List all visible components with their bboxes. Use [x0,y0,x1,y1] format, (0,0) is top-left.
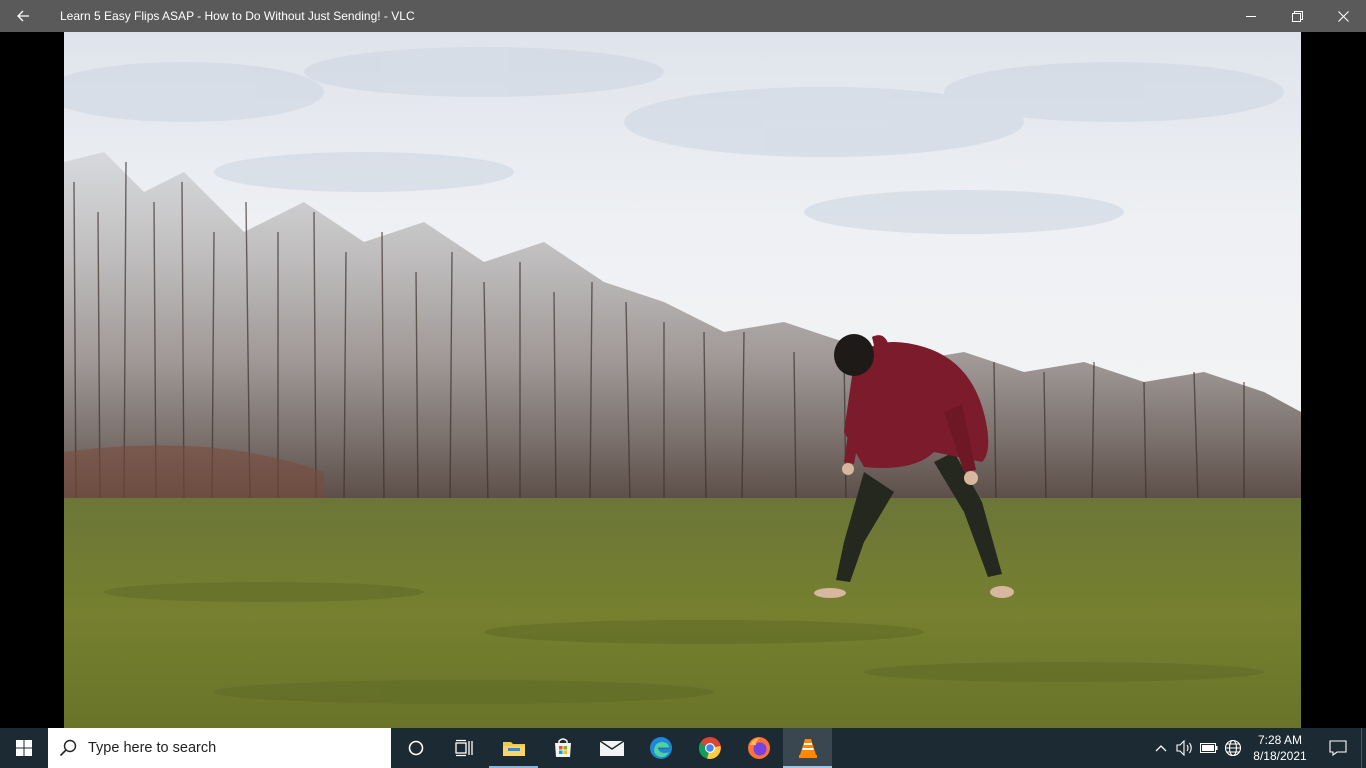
clock-time: 7:28 AM [1257,733,1303,747]
start-button[interactable] [0,728,48,768]
vlc-button[interactable] [783,728,832,768]
window-title: Learn 5 Easy Flips ASAP - How to Do With… [60,9,415,23]
microsoft-store-icon [554,738,571,757]
edge-icon [649,737,672,759]
task-view-icon [454,739,473,757]
chrome-button[interactable] [685,728,734,768]
restore-icon [1291,10,1303,22]
notification-icon [1329,740,1347,756]
windows-logo-icon [16,740,32,756]
restore-button[interactable] [1274,0,1320,32]
video-scene [64,32,1301,728]
chrome-icon [698,737,721,759]
battery-icon [1200,743,1218,753]
show-desktop-button[interactable] [1361,728,1366,768]
battery-button[interactable] [1197,728,1221,768]
close-button[interactable] [1320,0,1366,32]
show-hidden-icons-button[interactable] [1149,728,1173,768]
search-box[interactable]: Type here to search [48,728,391,768]
action-center-button[interactable] [1315,728,1361,768]
globe-icon [1224,739,1242,757]
minimize-icon [1246,16,1256,17]
video-frame[interactable] [64,32,1301,728]
volume-icon [1176,740,1192,756]
chevron-up-icon [1155,745,1167,752]
firefox-button[interactable] [734,728,783,768]
edge-button[interactable] [636,728,685,768]
video-player[interactable] [0,32,1366,728]
firefox-icon [747,737,770,759]
task-view-button[interactable] [440,728,489,768]
network-button[interactable] [1221,728,1245,768]
microsoft-store-button[interactable] [538,728,587,768]
minimize-button[interactable] [1228,0,1274,32]
back-button[interactable] [0,0,46,32]
volume-button[interactable] [1173,728,1197,768]
search-icon [59,739,77,757]
taskbar: Type here to search 7:28 AM 8/18/2021 [0,728,1366,768]
clock-date: 8/18/2021 [1253,749,1307,763]
file-explorer-button[interactable] [489,728,538,768]
mail-icon [599,740,624,756]
cortana-icon [408,740,423,756]
back-arrow-icon [17,10,29,22]
vlc-icon [798,739,817,758]
close-icon [1337,10,1349,22]
search-placeholder: Type here to search [88,740,217,756]
title-bar: Learn 5 Easy Flips ASAP - How to Do With… [0,0,1366,32]
mail-button[interactable] [587,728,636,768]
file-explorer-icon [502,742,525,756]
cortana-button[interactable] [391,728,440,768]
clock[interactable]: 7:28 AM 8/18/2021 [1245,732,1315,764]
